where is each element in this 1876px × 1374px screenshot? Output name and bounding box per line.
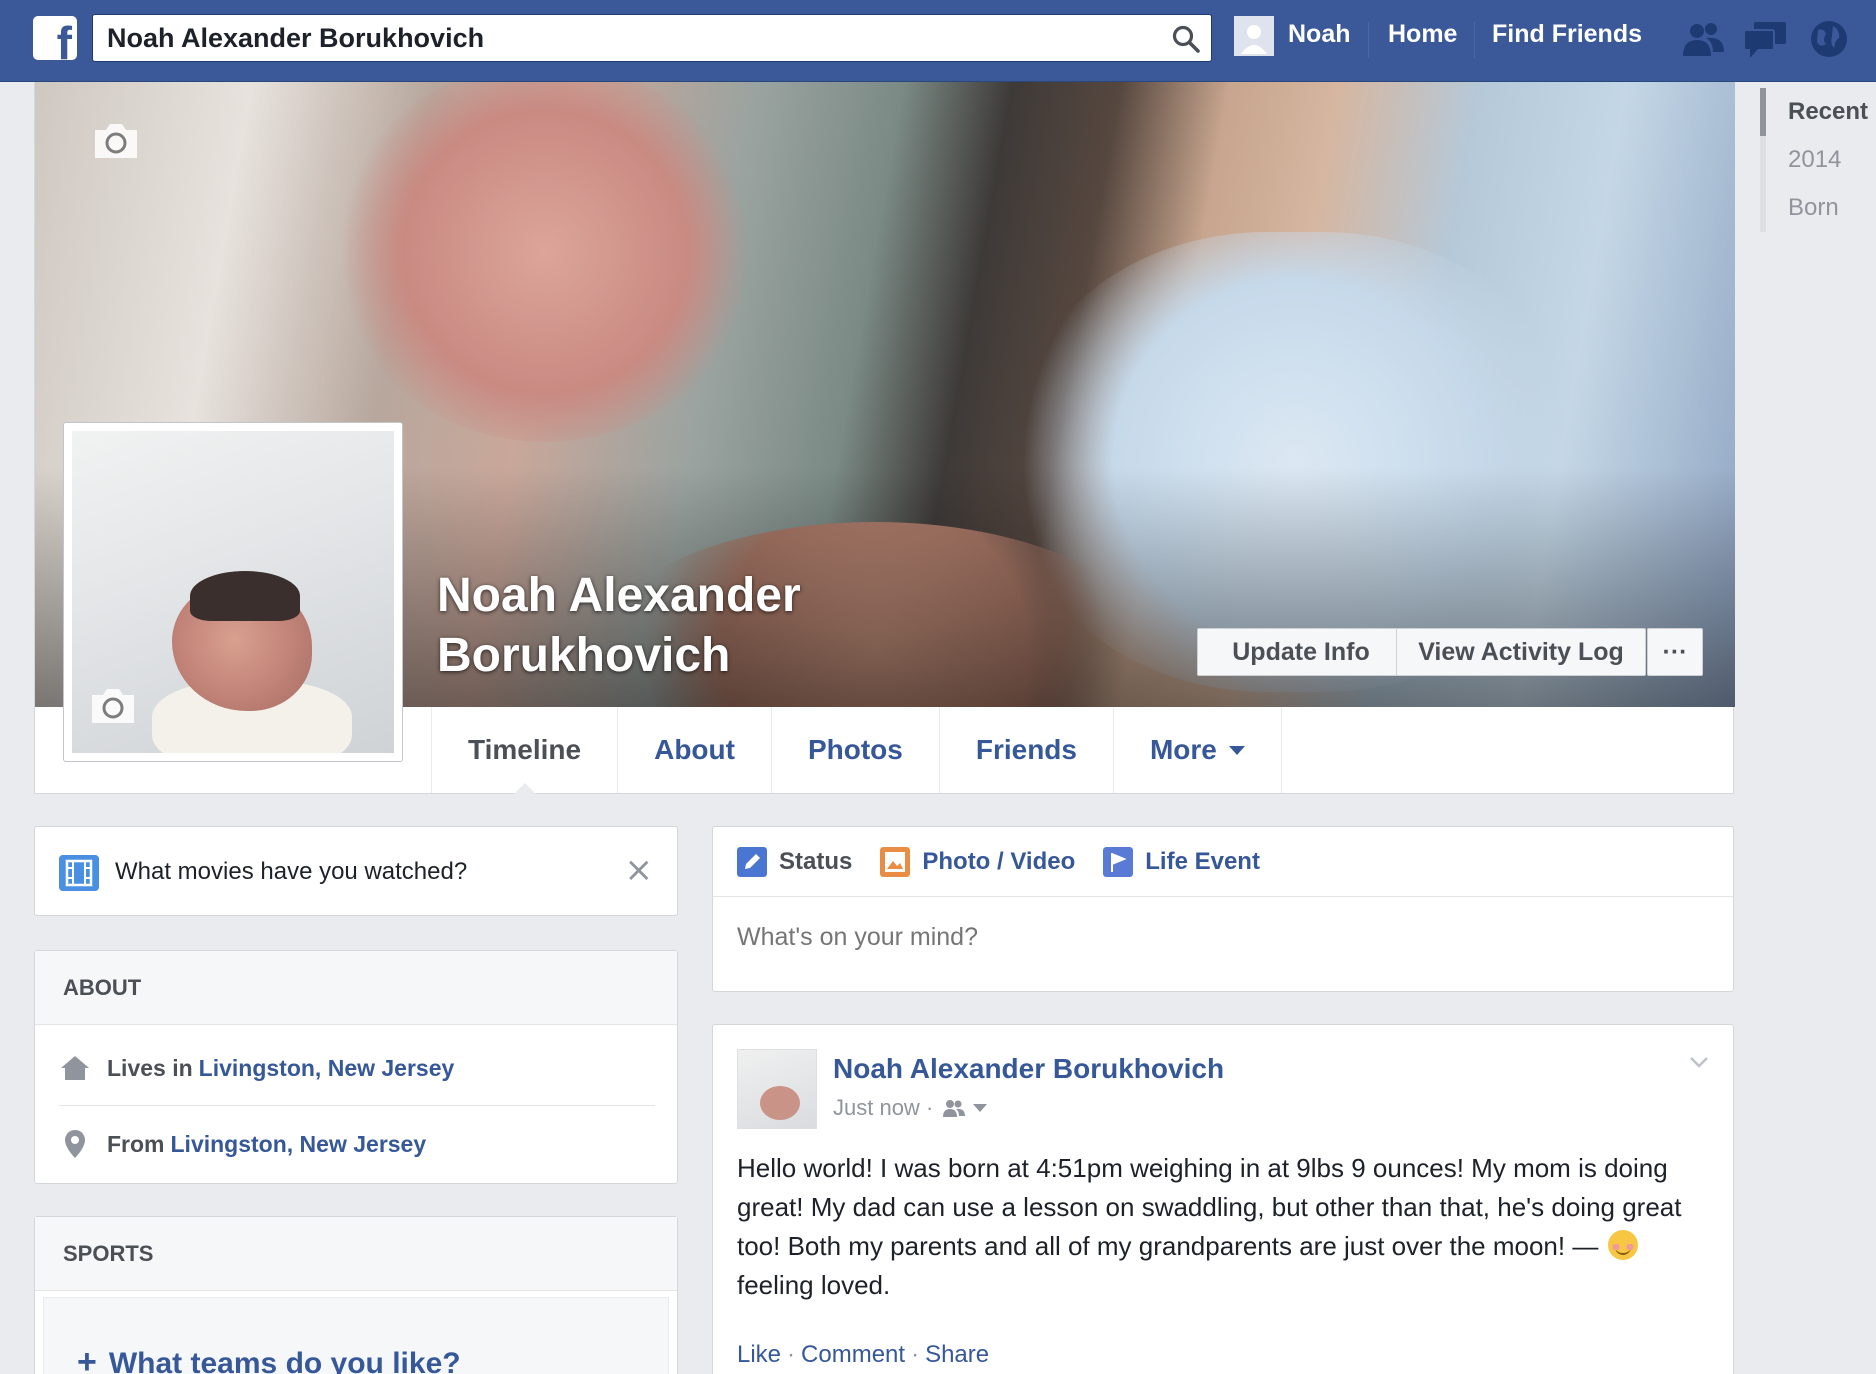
user-avatar[interactable] [1234, 16, 1274, 56]
scrubber-born[interactable]: Born [1760, 184, 1870, 232]
add-teams-link[interactable]: + What teams do you like? [77, 1343, 461, 1374]
composer-life-event-tab[interactable]: Life Event [1103, 846, 1260, 877]
scrubber-recent[interactable]: Recent [1760, 88, 1870, 136]
composer-photo-video-tab[interactable]: Photo / Video [880, 846, 1076, 877]
post-author-name[interactable]: Noah Alexander Borukhovich [833, 1053, 1224, 1085]
status-composer: Status Photo / Video Life Event [712, 826, 1734, 992]
post-meta: Just now · [833, 1095, 988, 1121]
meta-separator: · [919, 1095, 934, 1120]
nav-home-link[interactable]: Home [1388, 20, 1457, 49]
nav-find-friends-link[interactable]: Find Friends [1492, 20, 1642, 49]
plus-icon: + [77, 1343, 97, 1374]
tab-timeline[interactable]: Timeline [431, 707, 617, 794]
status-input[interactable] [737, 923, 1637, 952]
about-heading: ABOUT [35, 951, 677, 1025]
divider [59, 1105, 655, 1106]
from-label: From [107, 1130, 165, 1157]
post-author-avatar[interactable] [737, 1049, 817, 1129]
friend-requests-icon[interactable] [1680, 18, 1726, 60]
profile-name[interactable]: Noah Alexander Borukhovich [437, 566, 997, 686]
messages-icon[interactable] [1742, 18, 1788, 60]
photo-icon [880, 846, 911, 877]
composer-status-tab[interactable]: Status [737, 846, 853, 877]
search-box [92, 14, 1212, 62]
profile-camera-icon[interactable] [88, 685, 138, 727]
nav-divider [1368, 22, 1369, 58]
film-icon [59, 855, 99, 891]
scrubber-2014[interactable]: 2014 [1760, 136, 1870, 184]
post-text: Hello world! I was born at 4:51pm weighi… [737, 1153, 1682, 1261]
profile-photo-hat-shape [190, 571, 300, 621]
post-avatar-baby-shape [760, 1086, 800, 1120]
post-timestamp[interactable]: Just now [833, 1095, 920, 1121]
movies-prompt-card: What movies have you watched? × [34, 826, 678, 916]
post-actions: Like · Comment · Share [737, 1341, 989, 1369]
action-separator: · [911, 1341, 920, 1368]
tab-more[interactable]: More [1112, 707, 1282, 793]
tab-photos[interactable]: Photos [770, 707, 939, 793]
location-pin-icon [65, 1130, 85, 1158]
cover-camera-icon[interactable] [91, 120, 141, 162]
teams-link-label: What teams do you like? [108, 1347, 461, 1374]
lives-in-label: Lives in [107, 1054, 193, 1081]
pencil-icon [737, 846, 767, 877]
friends-audience-icon[interactable] [941, 1098, 967, 1118]
share-link[interactable]: Share [925, 1341, 989, 1368]
profile-picture[interactable] [63, 422, 403, 762]
home-icon [61, 1056, 89, 1080]
like-link[interactable]: Like [737, 1341, 781, 1368]
composer-tabs: Status Photo / Video Life Event [713, 827, 1733, 897]
profile-photo [72, 431, 394, 753]
more-options-button[interactable]: ··· [1647, 628, 1703, 676]
cover-photo-baby-shape [335, 82, 755, 442]
profile-header-card: Noah Alexander Borukhovich Update Info V… [34, 82, 1735, 794]
facebook-logo-icon[interactable]: f [33, 16, 77, 60]
profile-tabs: Timeline About Photos Friends More [431, 707, 1282, 794]
about-lives-in: Lives in Livingston, New Jersey [59, 1031, 655, 1105]
nav-profile-link[interactable]: Noah [1288, 20, 1351, 49]
timeline-scrubber: Recent 2014 Born [1760, 88, 1870, 232]
sports-card: SPORTS + What teams do you like? [34, 1216, 678, 1374]
post-body: Hello world! I was born at 4:51pm weighi… [737, 1149, 1697, 1305]
notifications-globe-icon[interactable] [1806, 18, 1852, 60]
composer-life-event-label: Life Event [1145, 847, 1260, 875]
lives-in-link[interactable]: Livingston, New Jersey [199, 1055, 455, 1082]
from-link[interactable]: Livingston, New Jersey [171, 1131, 427, 1158]
flag-icon [1103, 846, 1134, 877]
post-feeling[interactable]: feeling loved. [737, 1270, 890, 1300]
timeline-post: Noah Alexander Borukhovich Just now · He… [712, 1024, 1734, 1374]
chevron-down-icon[interactable] [973, 1104, 988, 1112]
search-input[interactable] [93, 15, 1133, 61]
top-navigation-bar: f Noah Home Find Friends [0, 0, 1876, 82]
movies-prompt-link[interactable]: What movies have you watched? [115, 858, 467, 886]
comment-link[interactable]: Comment [801, 1341, 905, 1368]
about-card: ABOUT Lives in Livingston, New Jersey Fr… [34, 950, 678, 1184]
feeling-loved-emoji-icon [1607, 1230, 1638, 1260]
chevron-down-icon [1228, 745, 1245, 755]
composer-photo-video-label: Photo / Video [922, 847, 1076, 875]
close-icon[interactable]: × [625, 853, 654, 887]
view-activity-log-button[interactable]: View Activity Log [1396, 628, 1646, 676]
post-options-chevron-icon[interactable] [1689, 1055, 1709, 1069]
tab-friends[interactable]: Friends [938, 707, 1113, 793]
action-separator: · [787, 1341, 796, 1368]
about-from: From Livingston, New Jersey [59, 1107, 655, 1181]
tab-more-label: More [1149, 734, 1217, 765]
composer-status-label: Status [779, 847, 853, 875]
update-info-button[interactable]: Update Info [1197, 628, 1405, 676]
search-icon[interactable] [1171, 24, 1201, 54]
nav-divider [1474, 22, 1475, 58]
tab-about[interactable]: About [617, 707, 771, 793]
sports-heading: SPORTS [35, 1217, 677, 1291]
